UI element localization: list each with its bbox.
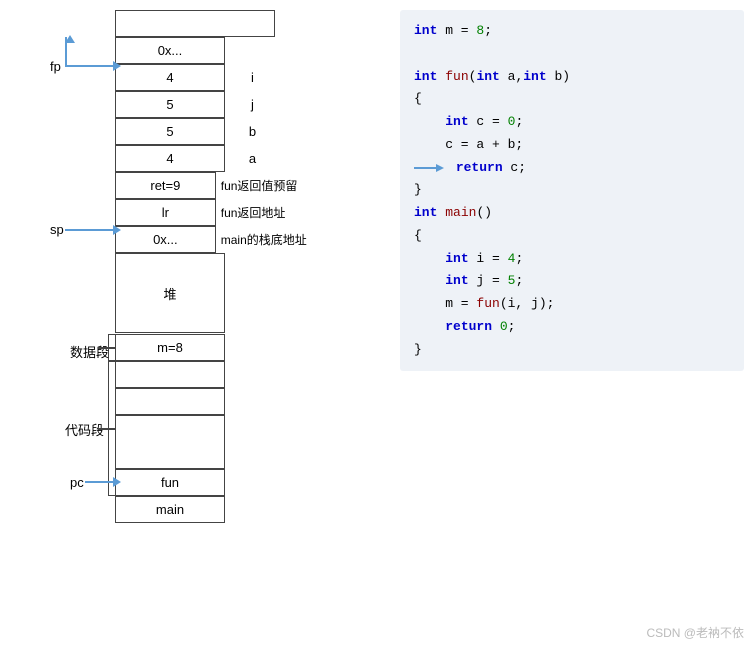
code-line-fun-close: } bbox=[414, 179, 730, 202]
code-line-main-decl: int main() bbox=[414, 202, 730, 225]
stack-row-empty-top bbox=[115, 10, 335, 37]
data-m-row: m=8 bbox=[115, 334, 225, 361]
memory-diagram: 0x... 4 i 5 j bbox=[10, 10, 390, 640]
pc-label: pc bbox=[70, 475, 84, 490]
code-segment-empty1 bbox=[115, 361, 225, 388]
code-segment-empty3 bbox=[115, 415, 225, 469]
main-row: main bbox=[115, 496, 225, 523]
code-panel: int m = 8; int fun(int a,int b) { int c … bbox=[400, 10, 744, 371]
stack-row-a: 4 a bbox=[115, 145, 335, 172]
code-line-fun-open: { bbox=[414, 88, 730, 111]
stack-row-main-bottom: 0x... main的栈底地址 bbox=[115, 226, 335, 253]
code-segment-arrow-line bbox=[98, 428, 115, 430]
code-segment-empty2 bbox=[115, 388, 225, 415]
code-line-1: int m = 8; bbox=[414, 20, 730, 43]
fp-arrow-up bbox=[65, 35, 75, 43]
code-line-main-open: { bbox=[414, 225, 730, 248]
fun-row: fun bbox=[115, 469, 225, 496]
stack-row-fp: 0x... bbox=[115, 37, 335, 64]
stack-row-ret: ret=9 fun返回值预留 bbox=[115, 172, 335, 199]
fp-arrow-horizontal bbox=[65, 65, 115, 67]
data-segment-arrow-line bbox=[98, 347, 115, 349]
stack-row-heap: 堆 bbox=[115, 253, 335, 333]
sp-arrow-horizontal bbox=[65, 229, 115, 231]
code-line-c-assign: c = a + b; bbox=[414, 134, 730, 157]
fp-label: fp bbox=[50, 59, 61, 74]
code-line-int-j: int j = 5; bbox=[414, 270, 730, 293]
code-line-blank1 bbox=[414, 43, 730, 66]
code-line-main-close: } bbox=[414, 339, 730, 362]
stack-row-lr: lr fun返回地址 bbox=[115, 199, 335, 226]
code-line-int-c: int c = 0; bbox=[414, 111, 730, 134]
code-line-fun-decl: int fun(int a,int b) bbox=[414, 66, 730, 89]
pc-arrow bbox=[85, 481, 115, 483]
stack-row-b: 5 b bbox=[115, 118, 335, 145]
stack-row-j: 5 j bbox=[115, 91, 335, 118]
sp-label: sp bbox=[50, 222, 64, 237]
return-arrow-icon bbox=[414, 162, 444, 174]
stack-row-i: 4 i bbox=[115, 64, 335, 91]
code-line-return-c: return c; bbox=[414, 157, 730, 180]
code-line-int-i: int i = 4; bbox=[414, 248, 730, 271]
code-line-return-0: return 0; bbox=[414, 316, 730, 339]
cell-0x-top: 0x... bbox=[115, 37, 225, 64]
watermark: CSDN @老衲不依 bbox=[646, 624, 744, 641]
stack-table: 0x... 4 i 5 j bbox=[115, 10, 335, 333]
code-line-m-assign: m = fun(i, j); bbox=[414, 293, 730, 316]
data-segment-label: 数据段 bbox=[70, 342, 109, 361]
